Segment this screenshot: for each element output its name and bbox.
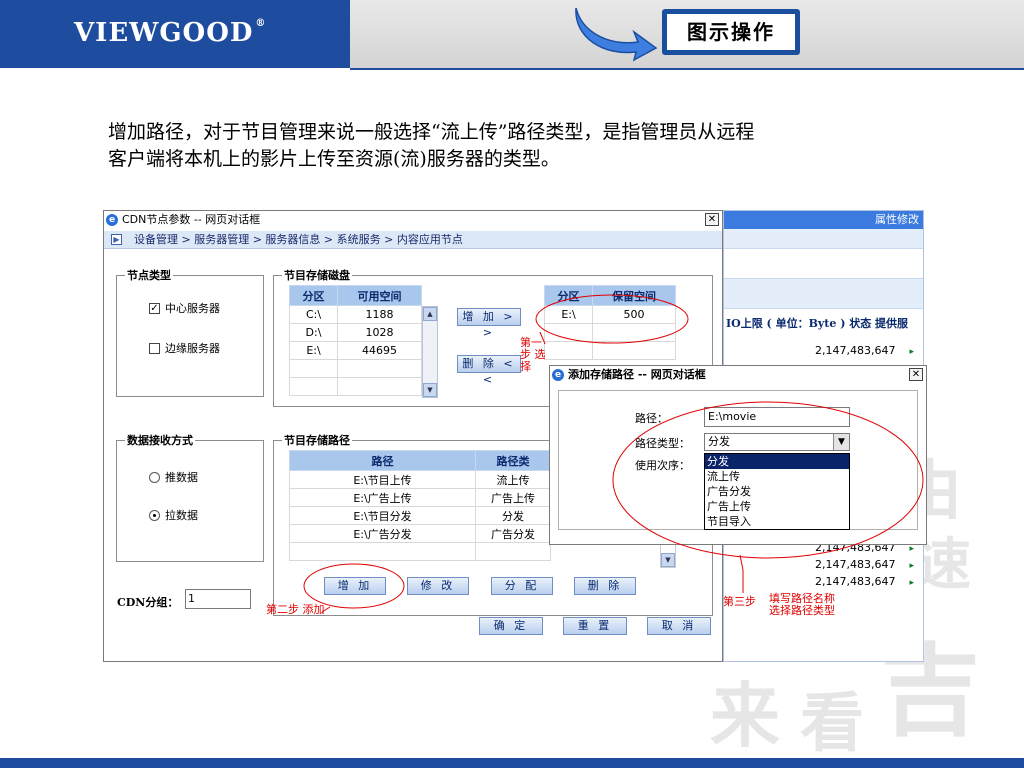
table-row[interactable]: E:\ 44695	[289, 341, 422, 360]
receive-mode-legend: 数据接收方式	[125, 432, 195, 448]
close-button[interactable]: ✕	[909, 368, 923, 381]
path-type-label: 路径类型：	[635, 437, 690, 450]
scroll-down-icon[interactable]: ▼	[423, 383, 437, 397]
viewgood-logo: VIEWGOOD ®	[74, 18, 267, 48]
table-row[interactable]: D:\ 1028	[289, 323, 422, 342]
option-label: 边缘服务器	[165, 342, 220, 355]
path-type-dropdown[interactable]: 分发 流上传 广告分发 广告上传 节目导入	[704, 453, 850, 530]
assign-path-button[interactable]: 分 配	[491, 577, 553, 595]
close-button[interactable]: ✕	[705, 213, 719, 226]
path-label: 路径：	[635, 412, 668, 425]
selected-value: 分发	[708, 435, 730, 448]
dialog-titlebar: e 添加存储路径 -- 网页对话框 ✕	[550, 366, 926, 384]
reset-button[interactable]: 重 置	[563, 617, 627, 635]
option-label: 中心服务器	[165, 302, 220, 315]
confirm-button[interactable]: 确 定	[479, 617, 543, 635]
filter-band	[724, 279, 923, 309]
radio-icon[interactable]	[149, 471, 160, 483]
watermark-char: 看	[800, 686, 864, 761]
dropdown-option[interactable]: 广告上传	[705, 499, 849, 514]
delete-path-button[interactable]: 删 除	[574, 577, 636, 595]
edge-server-option[interactable]: 边缘服务器	[149, 340, 220, 356]
spacer-band	[724, 249, 923, 279]
checkbox-checked-icon[interactable]: ✓	[149, 302, 160, 314]
table-row[interactable]: 2,147,483,647 ▸	[764, 575, 922, 588]
table-row[interactable]: C:\ 1188	[289, 305, 422, 324]
available-space-table: 分区 可用空间 C:\ 1188 D:\ 1028 E:\ 44695	[289, 285, 422, 396]
column-header: 可用空间	[337, 285, 422, 306]
pull-data-option[interactable]: 拉数据	[149, 507, 198, 523]
intro-text: 增加路径，对于节目管理来说一般选择“流上传”路径类型，是指管理员从远程 客户端将…	[108, 121, 755, 170]
cancel-button[interactable]: 取 消	[647, 617, 711, 635]
watermark-char: 来	[710, 674, 780, 757]
breadcrumb: ▶ 设备管理 > 服务器管理 > 服务器信息 > 系统服务 > 内容应用节点	[104, 231, 722, 249]
usage-order-label: 使用次序：	[635, 459, 690, 472]
add-dialog-body: 路径： E:\movie 路径类型： 分发 ▼ 使用次序： 分发 流上传 广告分…	[558, 390, 918, 530]
scroll-down-icon[interactable]: ▼	[661, 553, 675, 567]
cdn-group-input[interactable]: 1	[185, 589, 251, 609]
storage-path-table: 路径 路径类 E:\节目上传 流上传 E:\广告上传 广告上传 E:\节目分发 分发 E…	[289, 450, 551, 561]
option-label: 推数据	[165, 471, 198, 484]
add-storage-path-dialog: e 添加存储路径 -- 网页对话框 ✕ 路径： E:\movie 路径类型： 分…	[549, 365, 927, 545]
ie-icon: e	[106, 214, 118, 226]
modify-path-button[interactable]: 修 改	[407, 577, 469, 595]
option-label: 拉数据	[165, 509, 198, 522]
breadcrumb-icon: ▶	[111, 234, 122, 245]
table-row[interactable]: E:\ 500	[544, 305, 676, 324]
ie-icon: e	[552, 369, 564, 381]
table-row[interactable]: E:\广告分发 广告分发	[289, 524, 551, 543]
storage-disk-legend: 节目存储磁盘	[282, 267, 352, 283]
path-input[interactable]: E:\movie	[704, 407, 850, 427]
table-row[interactable]: 2,147,483,647 ▸	[764, 558, 922, 571]
dialog-titlebar: e CDN节点参数 -- 网页对话框 ✕	[104, 211, 722, 229]
table-row[interactable]: E:\广告上传 广告上传	[289, 488, 551, 507]
remove-partition-button[interactable]: 删 除 < <	[457, 355, 521, 386]
node-type-legend: 节点类型	[125, 267, 173, 283]
available-scrollbar[interactable]: ▲ ▼	[422, 306, 438, 398]
table-row	[289, 377, 422, 396]
node-type-group: 节点类型 ✓ 中心服务器 边缘服务器	[116, 267, 264, 397]
checkbox-icon[interactable]	[149, 342, 160, 354]
table-row	[289, 359, 422, 378]
dropdown-option[interactable]: 分发	[705, 454, 849, 469]
curved-arrow-icon	[575, 7, 658, 62]
table-row[interactable]: E:\节目分发 分发	[289, 506, 551, 525]
io-column-header: IO上限 ( 单位：Byte ) 状态 提供服	[726, 317, 909, 330]
step3-annotation: 填写路径名称 选择路径类型	[769, 592, 835, 617]
center-server-option[interactable]: ✓ 中心服务器	[149, 300, 220, 316]
header-divider	[350, 68, 1024, 70]
toolbar-band	[724, 229, 923, 249]
radio-selected-icon[interactable]	[149, 509, 160, 521]
add-partition-button[interactable]: 增 加 > >	[457, 308, 521, 339]
column-header: 分区	[289, 285, 338, 306]
add-path-button[interactable]: 增 加	[324, 577, 386, 595]
table-row	[544, 341, 676, 360]
receive-mode-group: 数据接收方式 推数据 拉数据	[116, 432, 264, 562]
tab-property-edit[interactable]: 属性修改	[724, 211, 923, 229]
dropdown-option[interactable]: 广告分发	[705, 484, 849, 499]
cdn-group-label: CDN分组：	[117, 596, 179, 609]
column-header: 路径类	[475, 450, 551, 471]
section-badge: 图示操作	[662, 9, 800, 55]
footer-bar	[0, 758, 1024, 768]
table-row[interactable]: E:\节目上传 流上传	[289, 470, 551, 489]
column-header: 保留空间	[592, 285, 676, 306]
column-header: 分区	[544, 285, 593, 306]
step3-label: 第三步	[723, 595, 756, 608]
step1-annotation: 第一 步 选 择	[520, 336, 546, 373]
storage-path-legend: 节目存储路径	[282, 432, 352, 448]
table-row	[544, 323, 676, 342]
table-row[interactable]: 2,147,483,647 ▸	[764, 344, 922, 357]
scroll-up-icon[interactable]: ▲	[423, 307, 437, 321]
reserved-space-table: 分区 保留空间 E:\ 500	[544, 285, 676, 360]
push-data-option[interactable]: 推数据	[149, 469, 198, 485]
dropdown-option[interactable]: 流上传	[705, 469, 849, 484]
chevron-down-icon[interactable]: ▼	[833, 434, 849, 450]
table-row	[289, 542, 551, 561]
column-header: 路径	[289, 450, 476, 471]
step2-annotation: 第二步 添加	[266, 603, 325, 616]
dropdown-option[interactable]: 节目导入	[705, 514, 849, 529]
path-type-select[interactable]: 分发 ▼	[704, 433, 850, 451]
